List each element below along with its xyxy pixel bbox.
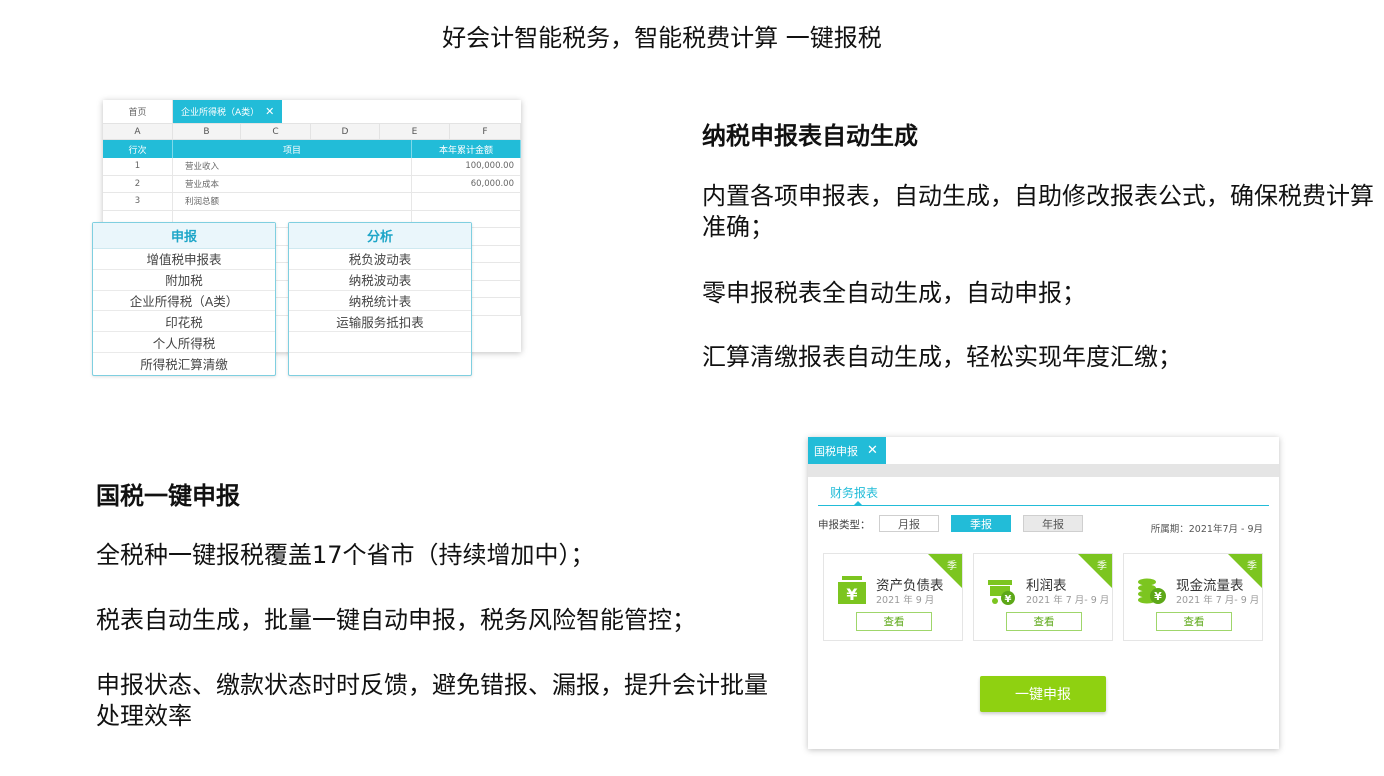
national-tax-panel: 国税申报 ✕ 财务报表 申报类型： 月报 季报 年报 所属期：2021年7月 -… xyxy=(808,437,1279,749)
section-declare-paragraph: 税表自动生成，批量一键自动申报，税务风险智能管控； xyxy=(96,606,696,634)
panel-tabbar: 国税申报 ✕ xyxy=(808,437,1279,464)
belong-period: 所属期：2021年7月 - 9月 xyxy=(1150,524,1263,535)
menu-item-vat[interactable]: 增值税申报表 xyxy=(93,249,275,270)
ribbon-label: 季 xyxy=(1097,561,1107,572)
menu-item-tax-fluctuation[interactable]: 纳税波动表 xyxy=(289,270,471,291)
menu-item-surcharge[interactable]: 附加税 xyxy=(93,270,275,291)
col-letter: D xyxy=(311,124,380,139)
report-card-income-statement: 季 ¥ 利润表 2021 年 7 月- 9 月 查看 xyxy=(973,553,1113,641)
close-icon[interactable]: ✕ xyxy=(867,443,878,458)
menu-item-annual-settlement[interactable]: 所得税汇算清缴 xyxy=(93,353,275,374)
row-amount[interactable] xyxy=(412,193,521,210)
section-declare-heading: 国税一键申报 xyxy=(96,482,240,510)
report-card-balance-sheet: 季 ¥ 资产负债表 2021 年 9 月 查看 xyxy=(823,553,963,641)
panel-toolbar xyxy=(808,464,1279,477)
column-letters: A B C D E F xyxy=(103,124,521,140)
row-amount[interactable]: 60,000.00 xyxy=(412,175,521,192)
section-declare-paragraph: 申报状态、缴款状态时时反馈，避免错报、漏报，提升会计批量处理效率 xyxy=(96,671,768,730)
page-title: 好会计智能税务，智能税费计算 一键报税 xyxy=(442,24,882,52)
report-period: 2021 年 7 月- 9 月 xyxy=(1026,595,1110,606)
menu-item-empty xyxy=(289,353,471,374)
declare-menu: 申报 增值税申报表 附加税 企业所得税（A类） 印花税 个人所得税 所得税汇算清… xyxy=(92,222,276,376)
svg-text:¥: ¥ xyxy=(1154,590,1162,603)
report-period: 2021 年 9 月 xyxy=(876,595,935,606)
row-item: 营业收入 xyxy=(173,158,412,175)
analysis-menu: 分析 税负波动表 纳税波动表 纳税统计表 运输服务抵扣表 xyxy=(288,222,472,376)
menu-item-corporate-income-tax[interactable]: 企业所得税（A类） xyxy=(93,291,275,312)
coins-icon: ¥ xyxy=(1138,578,1166,604)
period-monthly-button[interactable]: 月报 xyxy=(879,515,939,532)
tab-label: 国税申报 xyxy=(814,444,858,458)
section-auto-paragraph: 内置各项申报表，自动生成，自助修改报表公式，确保税费计算准确； xyxy=(702,182,1374,241)
section-auto-paragraph: 汇算清缴报表自动生成，轻松实现年度汇缴； xyxy=(702,343,1182,371)
one-click-declare-button[interactable]: 一键申报 xyxy=(980,676,1106,712)
tab-corporate-income-tax[interactable]: 企业所得税（A类） ✕ xyxy=(173,100,283,123)
col-letter: A xyxy=(103,124,173,139)
section-auto-heading: 纳税申报表自动生成 xyxy=(702,122,918,150)
cart-icon: ¥ xyxy=(988,580,1015,605)
col-letter: E xyxy=(380,124,450,139)
tab-financial-reports[interactable]: 财务报表 xyxy=(830,484,878,501)
row-no: 3 xyxy=(103,193,173,210)
header-item: 项目 xyxy=(173,140,412,158)
table-row: 1 营业收入 100,000.00 xyxy=(103,158,521,176)
tab-home[interactable]: 首页 xyxy=(103,100,173,123)
col-letter: F xyxy=(450,124,521,139)
row-no: 2 xyxy=(103,175,173,192)
report-name: 资产负债表 xyxy=(876,578,944,594)
analysis-menu-title: 分析 xyxy=(289,223,471,249)
report-name: 利润表 xyxy=(1026,578,1067,594)
table-row: 3 利润总额 xyxy=(103,193,521,211)
menu-item-empty xyxy=(289,332,471,353)
period-quarterly-button[interactable]: 季报 xyxy=(951,515,1011,532)
menu-item-transport-deduction[interactable]: 运输服务抵扣表 xyxy=(289,311,471,333)
row-item: 利润总额 xyxy=(173,193,412,210)
declare-type-label: 申报类型： xyxy=(818,519,871,531)
report-name: 现金流量表 xyxy=(1176,578,1244,594)
period-annual-button[interactable]: 年报 xyxy=(1023,515,1083,532)
view-button[interactable]: 查看 xyxy=(1156,612,1232,631)
sheet-header-row: 行次 项目 本年累计金额 xyxy=(103,140,521,158)
report-card-cash-flow: 季 ¥ 现金流量表 2021 年 7 月- 9 月 查看 xyxy=(1123,553,1263,641)
section-declare-paragraph: 全税种一键报税覆盖17个省市（持续增加中）； xyxy=(96,541,595,569)
svg-text:¥: ¥ xyxy=(846,585,857,604)
col-letter: C xyxy=(241,124,311,139)
menu-item-personal-income-tax[interactable]: 个人所得税 xyxy=(93,332,275,353)
header-amount: 本年累计金额 xyxy=(412,140,521,158)
close-icon[interactable]: ✕ xyxy=(265,105,274,118)
declare-menu-title: 申报 xyxy=(93,223,275,249)
money-icon: ¥ xyxy=(838,576,866,604)
row-amount[interactable]: 100,000.00 xyxy=(412,158,521,175)
menu-item-tax-burden[interactable]: 税负波动表 xyxy=(289,249,471,270)
row-no: 1 xyxy=(103,158,173,175)
view-button[interactable]: 查看 xyxy=(1006,612,1082,631)
ribbon-label: 季 xyxy=(947,561,957,572)
col-letter: B xyxy=(173,124,241,139)
header-row-no: 行次 xyxy=(103,140,173,158)
menu-item-stamp-tax[interactable]: 印花税 xyxy=(93,311,275,333)
tab-underline xyxy=(818,505,1269,506)
ribbon-label: 季 xyxy=(1247,561,1257,572)
menu-item-tax-statistics[interactable]: 纳税统计表 xyxy=(289,291,471,312)
report-period: 2021 年 7 月- 9 月 xyxy=(1176,595,1260,606)
section-auto-paragraph: 零申报税表全自动生成，自动申报； xyxy=(702,279,1086,307)
svg-text:¥: ¥ xyxy=(1005,594,1012,605)
table-row: 2 营业成本 60,000.00 xyxy=(103,175,521,193)
tab-national-tax[interactable]: 国税申报 ✕ xyxy=(808,437,886,464)
sheet-tabbar: 首页 企业所得税（A类） ✕ xyxy=(103,100,521,124)
tab-label: 企业所得税（A类） xyxy=(181,108,260,118)
view-button[interactable]: 查看 xyxy=(856,612,932,631)
row-item: 营业成本 xyxy=(173,175,412,192)
